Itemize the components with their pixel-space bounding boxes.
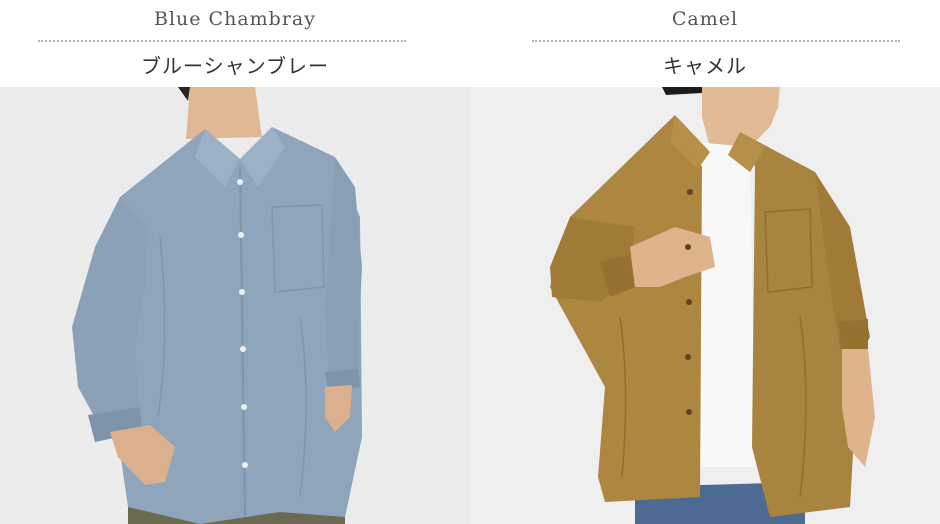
dotted-divider [532, 40, 900, 42]
variation-header: Camel キャメル [470, 0, 940, 87]
product-photo-blue-chambray [0, 87, 470, 524]
variation-camel: Camel キャメル [470, 0, 940, 524]
color-variation-panel: Blue Chambray ブルーシャンブレー Camel キャメル [0, 0, 940, 524]
color-name-japanese: キャメル [663, 54, 747, 78]
color-name-japanese: ブルーシャンブレー [141, 54, 329, 78]
color-name-english: Blue Chambray [154, 8, 316, 30]
variation-header: Blue Chambray ブルーシャンブレー [0, 0, 470, 87]
product-photo-camel [470, 87, 940, 524]
variation-blue-chambray: Blue Chambray ブルーシャンブレー [0, 0, 470, 524]
color-name-english: Camel [671, 8, 739, 30]
dotted-divider [38, 40, 406, 42]
